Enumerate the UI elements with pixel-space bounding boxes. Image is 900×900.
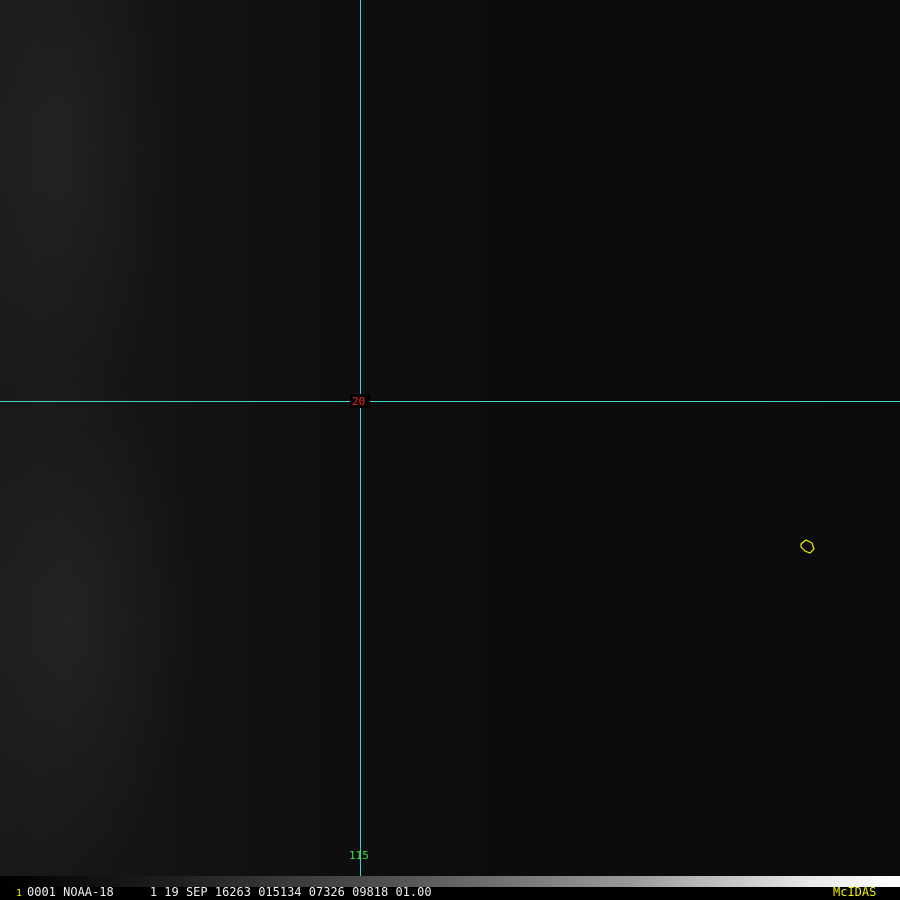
longitude-label: 115 [349, 849, 369, 862]
image-info-text: 0001 NOAA-18 1 19 SEP 16263 015134 07326… [27, 885, 432, 899]
frame-number: 1 [16, 888, 23, 899]
island-coastline [800, 539, 815, 554]
software-label: McIDAS [833, 885, 877, 899]
latitude-label: 20 [352, 395, 365, 408]
map-overlay: 20 115 [0, 0, 900, 876]
